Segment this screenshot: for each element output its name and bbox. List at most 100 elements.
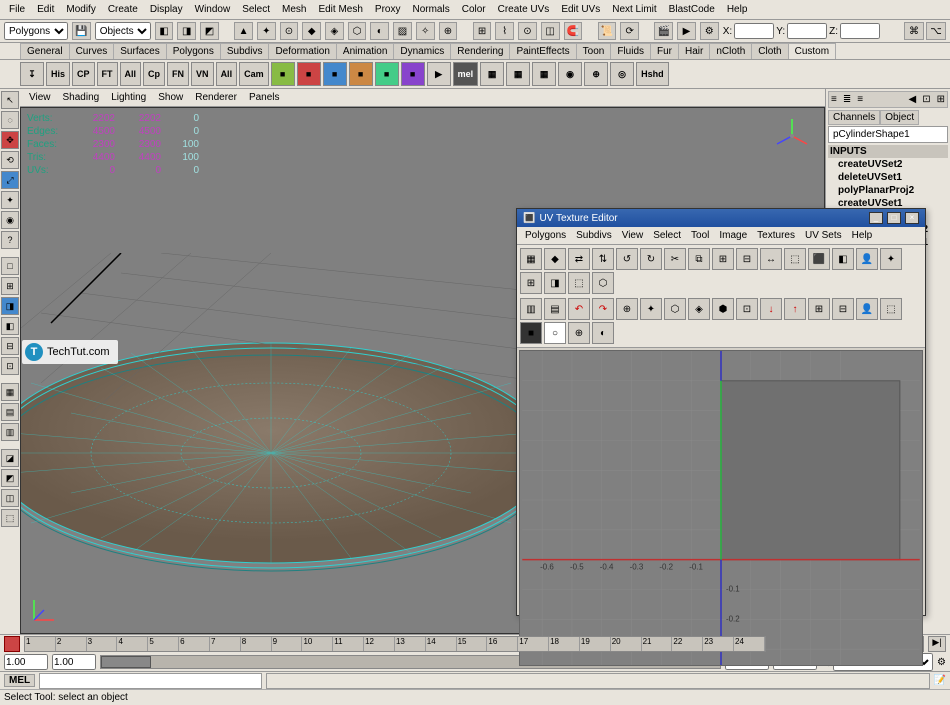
shelf-btn-all2[interactable]: All: [216, 62, 238, 86]
uv-tool-layout[interactable]: ⊞: [712, 248, 734, 270]
uv-grid-canvas[interactable]: -0.6-0.5-0.4 -0.3-0.2-0.1 -0.1-0.2-0.3: [519, 350, 923, 666]
menu-normals[interactable]: Normals: [407, 2, 454, 17]
shelf-tab-fluids[interactable]: Fluids: [610, 43, 651, 59]
mode-selector[interactable]: Polygons: [4, 22, 68, 40]
layout-persp-icon[interactable]: ◨: [1, 297, 19, 315]
menu-select[interactable]: Select: [237, 2, 275, 17]
shelf-grad-1[interactable]: ▦: [480, 62, 504, 86]
uv-tool-sew[interactable]: ⧉: [688, 248, 710, 270]
uv-tool-e[interactable]: ⬚: [568, 272, 590, 294]
mask-icon-9[interactable]: ✧: [416, 22, 435, 40]
vp-menu-show[interactable]: Show: [153, 91, 188, 104]
uv-tool-r2-19[interactable]: ⊕: [568, 322, 590, 344]
shelf-tab-fur[interactable]: Fur: [650, 43, 679, 59]
uv-menu-textures[interactable]: Textures: [753, 229, 799, 242]
shelf-btn-all1[interactable]: All: [120, 62, 142, 86]
menu-create[interactable]: Create: [103, 2, 143, 17]
y-field[interactable]: [787, 23, 827, 39]
uv-tool-r2-15[interactable]: 👤: [856, 298, 878, 320]
render-globals-icon[interactable]: ⚙: [700, 22, 719, 40]
range-start-outer-field[interactable]: [4, 654, 48, 670]
shelf-tab-subdivs[interactable]: Subdivs: [220, 43, 270, 59]
d-tool-1[interactable]: ◪: [1, 449, 19, 467]
select-by-component-icon[interactable]: ◩: [200, 22, 219, 40]
shelf-color-6[interactable]: ■: [401, 62, 425, 86]
channel-header-icon-3[interactable]: ≡: [857, 94, 863, 105]
uv-menu-subdivs[interactable]: Subdivs: [572, 229, 616, 242]
uv-tool-r2-6[interactable]: ✦: [640, 298, 662, 320]
uv-tool-r2-2[interactable]: ▤: [544, 298, 566, 320]
shelf-grad-3[interactable]: ▦: [532, 62, 556, 86]
mask-icon-7[interactable]: ◐: [370, 22, 389, 40]
vp-menu-view[interactable]: View: [24, 91, 56, 104]
channel-header-icon-4[interactable]: ◀: [909, 94, 917, 105]
shelf-tab-custom[interactable]: Custom: [788, 43, 836, 59]
uv-tool-r2-17[interactable]: ■: [520, 322, 542, 344]
uv-tool-r2-5[interactable]: ⊕: [616, 298, 638, 320]
layout-right-icon-1[interactable]: ⌘: [904, 22, 924, 40]
d-tool-3[interactable]: ◫: [1, 489, 19, 507]
shelf-btn-his[interactable]: His: [46, 62, 70, 86]
uv-tool-a[interactable]: ◧: [832, 248, 854, 270]
layout-four-icon[interactable]: ⊞: [1, 277, 19, 295]
minimize-button[interactable]: _: [869, 212, 883, 224]
view-compass-icon[interactable]: [772, 116, 812, 156]
shelf-obj-1[interactable]: ◉: [558, 62, 582, 86]
uv-tool-r2-7[interactable]: ⬡: [664, 298, 686, 320]
input-node[interactable]: deleteUVSet1: [828, 171, 948, 184]
uv-tool-d[interactable]: ◨: [544, 272, 566, 294]
menu-file[interactable]: File: [4, 2, 30, 17]
manip-tool-icon[interactable]: ✦: [1, 191, 19, 209]
uv-tool-unfold[interactable]: ⊟: [736, 248, 758, 270]
input-node[interactable]: polyPlanarProj2: [828, 184, 948, 197]
shelf-btn-cam[interactable]: Cam: [239, 62, 269, 86]
mask-icon-8[interactable]: ▨: [393, 22, 412, 40]
menu-edit-mesh[interactable]: Edit Mesh: [313, 2, 367, 17]
shelf-btn-mel[interactable]: mel: [453, 62, 479, 86]
uv-tool-r2-20[interactable]: ◐: [592, 322, 614, 344]
shelf-tab-deformation[interactable]: Deformation: [268, 43, 336, 59]
shelf-tab-hair[interactable]: Hair: [678, 43, 710, 59]
uv-tool-1[interactable]: ▦: [520, 248, 542, 270]
uv-menu-image[interactable]: Image: [715, 229, 751, 242]
uv-menu-tool[interactable]: Tool: [687, 229, 713, 242]
uv-window-titlebar[interactable]: 🔳 UV Texture Editor _ □ ×: [517, 209, 925, 227]
uv-tool-r2-undo[interactable]: ↶: [568, 298, 590, 320]
menu-create-uvs[interactable]: Create UVs: [493, 2, 555, 17]
mask-icon-1[interactable]: ▲: [234, 22, 253, 40]
move-tool-icon[interactable]: ✥: [1, 131, 19, 149]
uv-tool-select-shell[interactable]: ⬚: [784, 248, 806, 270]
script-editor-button[interactable]: 📝: [934, 675, 946, 686]
select-tool-icon[interactable]: ↖: [1, 91, 19, 109]
uv-menu-view[interactable]: View: [618, 229, 648, 242]
shelf-btn-hshd[interactable]: Hshd: [636, 62, 669, 86]
uv-menu-select[interactable]: Select: [649, 229, 685, 242]
menu-proxy[interactable]: Proxy: [370, 2, 406, 17]
save-icon[interactable]: 💾: [72, 22, 91, 40]
range-slider-thumb[interactable]: [101, 656, 151, 668]
vp-menu-renderer[interactable]: Renderer: [190, 91, 242, 104]
ipr-icon[interactable]: ▶: [677, 22, 696, 40]
channel-tab-object[interactable]: Object: [880, 110, 919, 125]
uv-tool-flip-v[interactable]: ⇅: [592, 248, 614, 270]
layout-hyper-icon[interactable]: ⊟: [1, 337, 19, 355]
shelf-tab-cloth[interactable]: Cloth: [751, 43, 788, 59]
menu-edit-uvs[interactable]: Edit UVs: [556, 2, 605, 17]
shelf-tab-curves[interactable]: Curves: [69, 43, 115, 59]
menu-display[interactable]: Display: [145, 2, 188, 17]
shelf-tab-toon[interactable]: Toon: [576, 43, 612, 59]
menu-edit[interactable]: Edit: [32, 2, 59, 17]
snap-live-icon[interactable]: 🧲: [564, 22, 583, 40]
shelf-tab-polygons[interactable]: Polygons: [166, 43, 221, 59]
vp-menu-panels[interactable]: Panels: [244, 91, 285, 104]
layout-single-icon[interactable]: □: [1, 257, 19, 275]
uv-tool-r2-12[interactable]: ↑: [784, 298, 806, 320]
mask-icon-2[interactable]: ✦: [257, 22, 276, 40]
menu-modify[interactable]: Modify: [61, 2, 100, 17]
shelf-play-icon[interactable]: ▶: [427, 62, 451, 86]
vp-menu-lighting[interactable]: Lighting: [106, 91, 151, 104]
quick-layout-1-icon[interactable]: ▦: [1, 383, 19, 401]
pick-mask-dropdown[interactable]: Objects: [95, 22, 151, 40]
shelf-obj-3[interactable]: ◎: [610, 62, 634, 86]
uv-tool-2[interactable]: ◆: [544, 248, 566, 270]
